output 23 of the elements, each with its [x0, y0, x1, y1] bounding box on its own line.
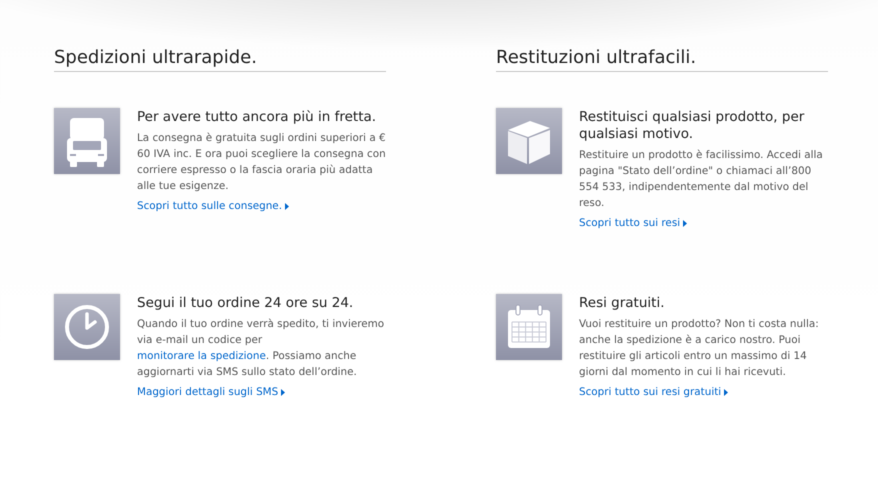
- inline-link[interactable]: monitorare la spedizione: [137, 350, 266, 362]
- feature-title: Restituisci qualsiasi prodotto, per qualsiasi motivo.: [579, 109, 806, 143]
- feature-title: Resi gratuiti.: [579, 295, 666, 312]
- feature-description: La consegna è gratuita sugli ordini superiori a € 60 IVA inc. E ora puoi scegliere la consegna con corriere espresso o la fascia oraria più adatta alle tue esigenze.: [137, 131, 386, 194]
- box-icon: [496, 108, 562, 174]
- truck-icon: [54, 108, 120, 174]
- more-link[interactable]: Scopri tutto sulle consegne.: [137, 198, 289, 214]
- section-heading: Spedizioni ultrarapide.: [54, 46, 386, 72]
- feature-title: Per avere tutto ancora più in fretta.: [137, 109, 378, 126]
- feature-description: Restituire un prodotto è facilissimo. Accedi alla pagina "Stato dell’ordine" o chiamaci all’800 554 533, indipendentemente dal motivo del reso.: [579, 148, 824, 211]
- caret-icon: [683, 220, 688, 226]
- feature-title: Segui il tuo ordine 24 ore su 24.: [137, 295, 354, 312]
- feature-description: Quando il tuo ordine verrà spedito, ti invieremo via e-mail un codice per monitorare la spedizione. Possiamo anche aggiornarti via SMS sullo stato dell’ordine.: [137, 317, 386, 380]
- clock-icon: [54, 294, 120, 360]
- caret-icon: [285, 202, 289, 210]
- more-link[interactable]: Scopri tutto sui resi gratuiti: [579, 384, 728, 400]
- section-heading: Restituzioni ultrafacili.: [496, 46, 828, 72]
- calendar-icon: [496, 294, 562, 360]
- feature-description: Vuoi restituire un prodotto? Non ti costa nulla: anche la spedizione è a carico nostro. Puoi restituire gli articoli entro un massimo di 14 giorni dal momento in cui li hai ricevuti.: [579, 317, 820, 380]
- more-link[interactable]: Maggiori dettagli sugli SMS: [137, 384, 286, 400]
- more-link[interactable]: Scopri tutto sui resi: [579, 215, 688, 231]
- caret-icon: [724, 388, 728, 396]
- caret-icon: [281, 388, 286, 396]
